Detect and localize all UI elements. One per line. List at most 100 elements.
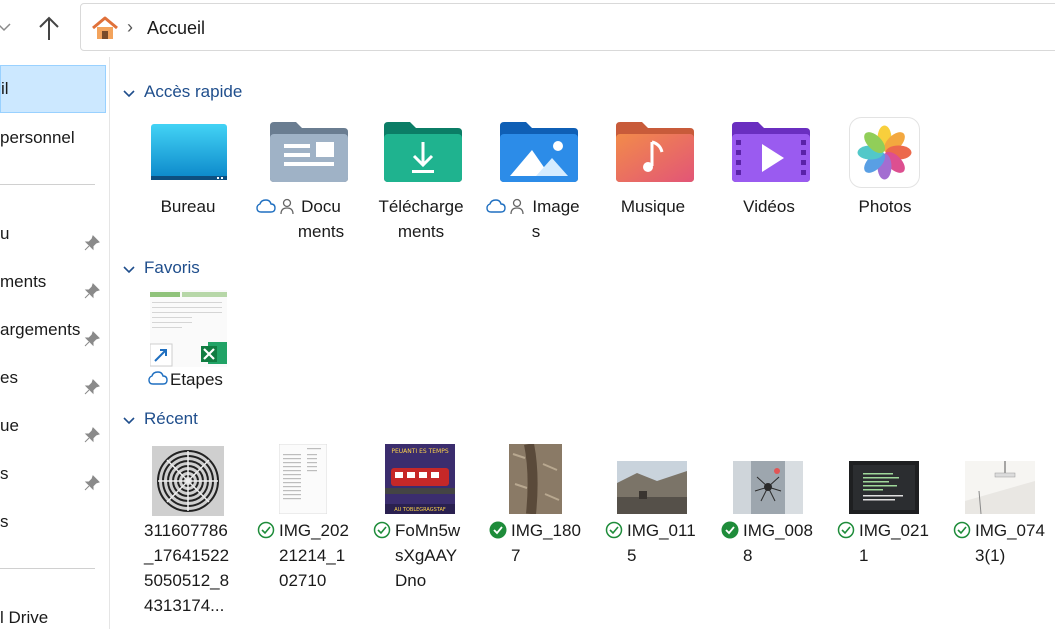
favorite-item-etapes[interactable]: Etapes [140, 290, 240, 390]
item-name-line1: IMG_202 [279, 521, 349, 540]
documents-folder-icon [270, 120, 348, 184]
item-name-line3: Dno [395, 571, 427, 590]
item-name-line1: FoMn5w [395, 521, 461, 540]
sidebar-item-label: s [0, 512, 9, 531]
item-name: Etapes [170, 370, 223, 389]
sidebar-item-label: es [0, 368, 18, 387]
item-name-line2: _17641522 [144, 546, 230, 565]
item-name-line1: IMG_180 [511, 521, 581, 540]
sidebar-item-pictures[interactable]: es [0, 358, 106, 398]
sidebar-item-label: il [1, 79, 9, 98]
item-name-line2: 21214_1 [279, 546, 346, 565]
sidebar-item-label: argements [0, 320, 81, 339]
item-name-line1: Docu [301, 197, 341, 216]
item-name-line2: ments [397, 222, 445, 241]
sidebar-item-label: s [0, 464, 9, 483]
pin-icon [84, 226, 100, 251]
poster-title: PEUANTI ES TEMPS [391, 448, 448, 455]
synced-check-filled-icon [489, 521, 507, 539]
pin-icon [84, 370, 100, 395]
breadcrumb-separator-icon: › [127, 17, 133, 37]
sidebar-item-label: u [0, 224, 10, 243]
chevron-down-icon[interactable] [0, 14, 12, 40]
item-name: Vidéos [743, 197, 795, 216]
quick-access-music[interactable]: Musique [598, 120, 708, 220]
photos-app-icon [849, 117, 921, 189]
sidebar-item-desktop[interactable]: u [0, 214, 106, 254]
recent-item[interactable]: IMG_021 1 [835, 444, 947, 574]
sidebar-item-downloads[interactable]: argements [0, 310, 106, 350]
item-name-line2: 5 [627, 546, 637, 565]
pin-icon [84, 274, 100, 299]
item-name-line1: IMG_021 [859, 521, 929, 540]
section-title: Accès rapide [144, 82, 243, 101]
sidebar-item-personal[interactable]: personnel [0, 118, 106, 158]
cloud-sync-icon [486, 198, 506, 216]
navigation-sidebar: il personnel u ments argements es ue s s… [0, 57, 110, 629]
poster-thumbnail: PEUANTI ES TEMPS AU TOBLEGRAGSTAF [385, 444, 455, 514]
pictures-folder-icon [500, 120, 578, 184]
section-title: Récent [144, 409, 198, 428]
cloud-sync-icon [256, 198, 276, 216]
sidebar-item-documents[interactable]: ments [0, 262, 106, 302]
item-name-line2: sXgAAY [395, 546, 458, 565]
chevron-down-icon [122, 411, 136, 425]
recent-item[interactable]: IMG_011 5 [603, 444, 715, 574]
recent-item[interactable]: IMG_202 21214_1 02710 [255, 443, 367, 594]
sidebar-divider [0, 568, 95, 569]
recent-item[interactable]: PEUANTI ES TEMPS AU TOBLEGRAGSTAF FoMn5w… [371, 444, 483, 594]
item-name-line1: 311607786 [144, 521, 228, 540]
quick-access-desktop[interactable]: Bureau [133, 120, 243, 220]
quick-access-photos[interactable]: Photos [830, 117, 940, 217]
breadcrumb-location[interactable]: Accueil [147, 18, 205, 39]
item-name-line2: 7 [511, 546, 521, 565]
synced-check-outline-icon [605, 521, 623, 539]
excel-shortcut-icon [149, 290, 227, 367]
section-title: Favoris [144, 258, 200, 277]
home-icon[interactable] [91, 16, 119, 40]
item-name-line4: 4313174... [144, 596, 225, 615]
sidebar-item-onedrive[interactable]: l Drive [0, 598, 106, 638]
item-name-line2: ments [297, 222, 345, 241]
synced-check-outline-icon [373, 521, 391, 539]
quick-access-downloads[interactable]: Télécharge ments [366, 120, 476, 241]
pin-icon [84, 466, 100, 491]
item-name-line3: 02710 [279, 571, 327, 590]
item-name: Bureau [160, 197, 216, 216]
sidebar-divider [0, 184, 95, 185]
toolbar: › Accueil [0, 0, 1055, 57]
item-name-line2: 3(1) [975, 546, 1006, 565]
item-name-line1: IMG_011 [627, 521, 696, 540]
quick-access-videos[interactable]: Vidéos [714, 120, 824, 220]
photo-thumbnail [849, 461, 919, 514]
quick-access-pictures[interactable]: Image s [482, 120, 592, 241]
image-thumbnail [152, 446, 224, 516]
sidebar-item-home[interactable]: il [0, 65, 106, 113]
chevron-down-icon [122, 260, 136, 274]
address-bar[interactable]: › Accueil [80, 3, 1055, 51]
item-name: Photos [858, 197, 912, 216]
recent-item[interactable]: IMG_074 3(1) [951, 444, 1055, 574]
sidebar-item-label: l Drive [0, 608, 49, 627]
item-name: Musique [620, 197, 686, 216]
up-arrow-icon[interactable] [36, 14, 62, 42]
quick-access-documents[interactable]: Docu ments [252, 120, 362, 241]
sidebar-item-folder[interactable]: s [0, 502, 106, 542]
recent-item[interactable]: IMG_008 8 [719, 444, 831, 574]
sidebar-item-label: ments [0, 272, 47, 291]
item-name-line1: IMG_074 [975, 521, 1045, 540]
photo-thumbnail [733, 461, 803, 514]
photo-thumbnail [965, 461, 1035, 515]
recent-item[interactable]: IMG_180 7 [487, 443, 599, 574]
item-name-line3: 5050512_8 [144, 571, 230, 590]
sidebar-item-music[interactable]: ue [0, 406, 106, 446]
poster-subtitle: AU TOBLEGRAGSTAF [394, 507, 446, 513]
synced-check-outline-icon [953, 521, 971, 539]
synced-check-filled-icon [721, 521, 739, 539]
document-thumbnail [278, 443, 328, 515]
sidebar-item-videos[interactable]: s [0, 454, 106, 494]
item-name-line1: Télécharge [378, 197, 464, 216]
recent-item[interactable]: 311607786 _17641522 5050512_8 4313174... [140, 446, 252, 621]
music-folder-icon [616, 120, 694, 184]
photo-thumbnail [509, 443, 562, 515]
